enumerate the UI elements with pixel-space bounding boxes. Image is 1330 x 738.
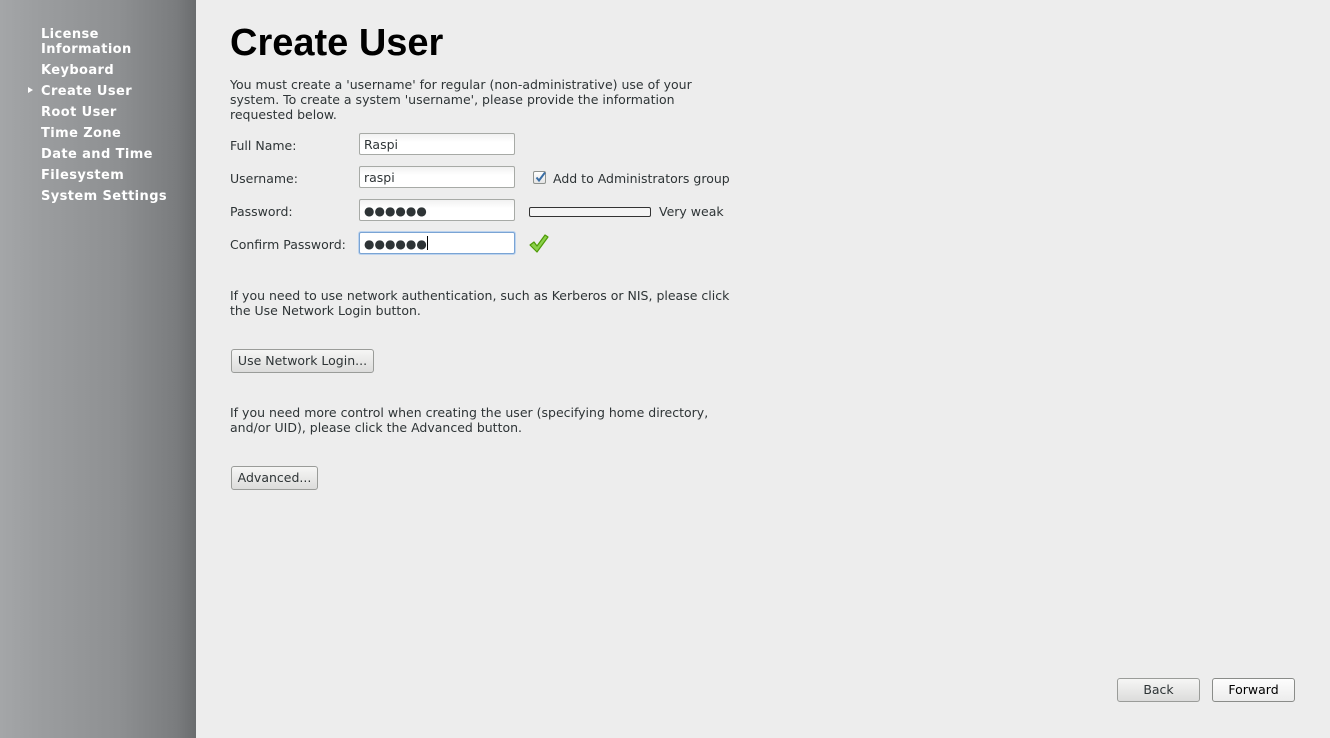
back-button[interactable]: Back bbox=[1117, 678, 1200, 702]
confirm-password-mask: ●●●●●● bbox=[364, 237, 427, 251]
sidebar-item-system-settings[interactable]: System Settings bbox=[41, 189, 167, 204]
password-match-check-icon bbox=[528, 233, 550, 259]
sidebar-item-keyboard[interactable]: Keyboard bbox=[41, 63, 114, 78]
sidebar-item-create-user[interactable]: Create User bbox=[41, 84, 132, 99]
full-name-label: Full Name: bbox=[230, 138, 297, 153]
username-field[interactable]: raspi bbox=[359, 166, 515, 188]
advanced-text: If you need more control when creating t… bbox=[230, 405, 709, 435]
full-name-field[interactable]: Raspi bbox=[359, 133, 515, 155]
admin-group-label[interactable]: Add to Administrators group bbox=[553, 171, 730, 186]
use-network-login-button[interactable]: Use Network Login... bbox=[231, 349, 374, 373]
confirm-password-field[interactable]: ●●●●●● bbox=[359, 232, 515, 254]
current-step-arrow-icon bbox=[28, 87, 33, 93]
username-label: Username: bbox=[230, 171, 298, 186]
password-mask: ●●●●●● bbox=[364, 204, 427, 218]
sidebar-item-license-information[interactable]: License Information bbox=[41, 27, 132, 57]
network-auth-text: If you need to use network authenticatio… bbox=[230, 288, 730, 318]
sidebar-item-root-user[interactable]: Root User bbox=[41, 105, 117, 120]
sidebar-item-time-zone[interactable]: Time Zone bbox=[41, 126, 121, 141]
confirm-password-label: Confirm Password: bbox=[230, 237, 346, 252]
password-strength-label: Very weak bbox=[659, 204, 724, 219]
sidebar-item-filesystem[interactable]: Filesystem bbox=[41, 168, 124, 183]
checkmark-icon bbox=[535, 171, 546, 183]
intro-text: You must create a 'username' for regular… bbox=[230, 77, 692, 122]
advanced-button[interactable]: Advanced... bbox=[231, 466, 318, 490]
admin-group-checkbox[interactable] bbox=[533, 171, 546, 184]
forward-button[interactable]: Forward bbox=[1212, 678, 1295, 702]
password-strength-bar bbox=[529, 207, 651, 217]
text-cursor bbox=[426, 236, 428, 250]
sidebar: License Information Keyboard Create User… bbox=[0, 0, 196, 738]
main-panel: Create User You must create a 'username'… bbox=[196, 0, 1330, 738]
sidebar-item-date-and-time[interactable]: Date and Time bbox=[41, 147, 153, 162]
password-label: Password: bbox=[230, 204, 293, 219]
password-field[interactable]: ●●●●●● bbox=[359, 199, 515, 221]
page-title: Create User bbox=[230, 22, 444, 64]
